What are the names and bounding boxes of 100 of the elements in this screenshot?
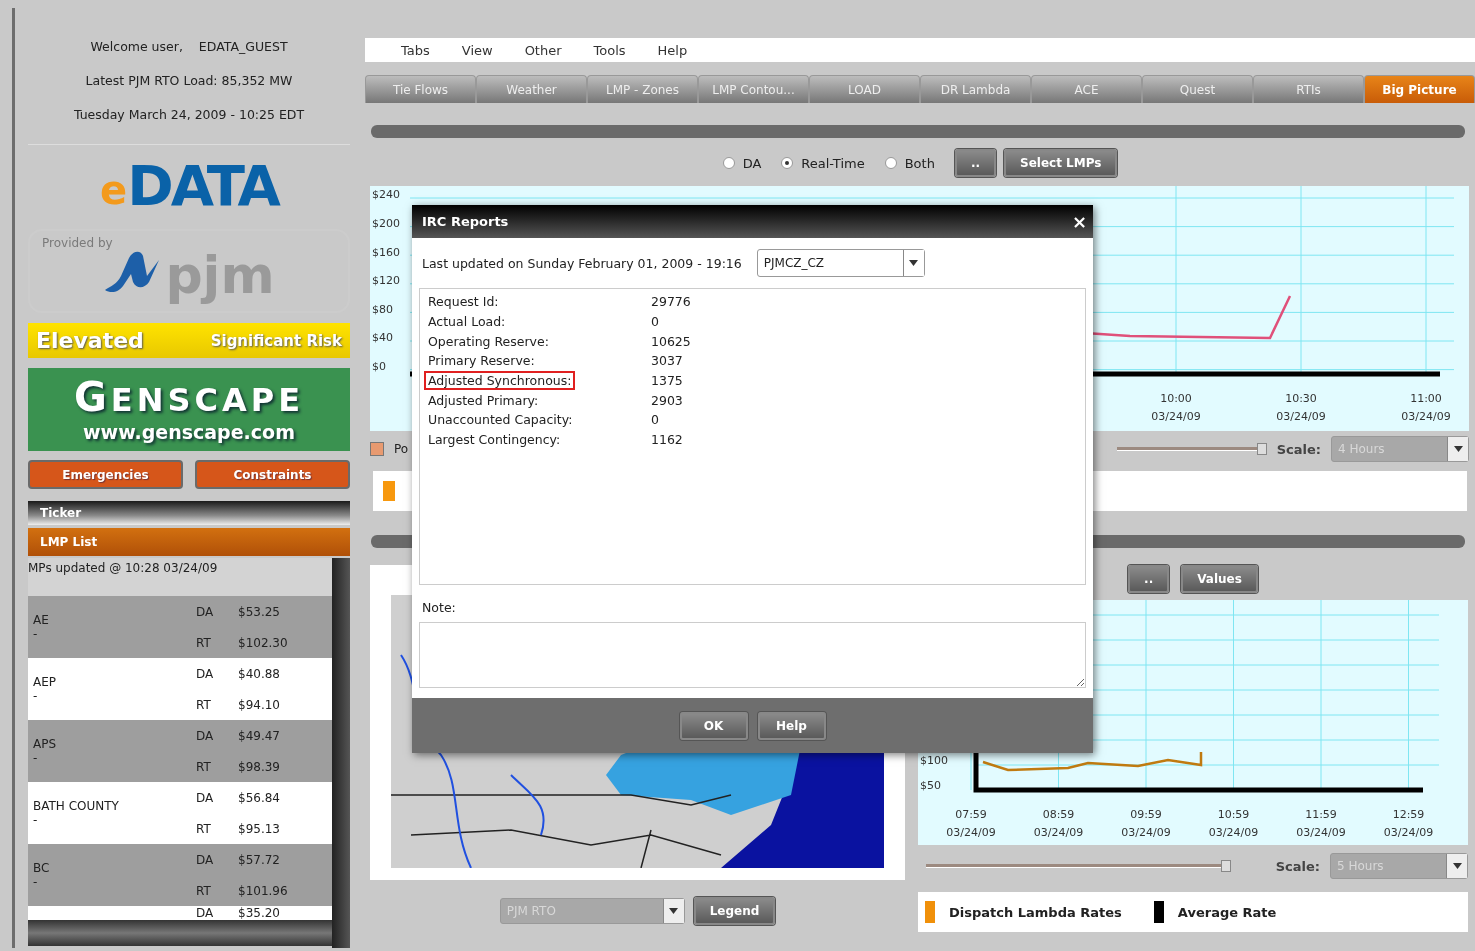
note-label: Note: xyxy=(422,600,457,614)
price-text: $98.39 xyxy=(238,759,281,774)
tab[interactable]: DR Lambda xyxy=(920,75,1031,103)
field-value: 3037 xyxy=(651,353,683,369)
note-field[interactable] xyxy=(419,622,1086,688)
ok-button[interactable]: OK xyxy=(679,711,748,740)
slider-handle[interactable] xyxy=(1221,860,1231,872)
radio-label[interactable]: DA xyxy=(742,155,762,171)
radio-label[interactable]: Real-Time xyxy=(801,155,865,171)
x-axis-label: 10:59 xyxy=(1217,808,1250,821)
menu-item[interactable]: Other xyxy=(508,42,578,58)
market-label: DA xyxy=(196,906,215,920)
y-axis-label: $160 xyxy=(372,245,400,259)
x-axis-label: 03/24/09 xyxy=(1276,410,1326,423)
price-text: $53.25 xyxy=(238,604,281,619)
more-button[interactable]: .. xyxy=(954,149,996,177)
horizontal-scrollbar[interactable] xyxy=(28,920,332,946)
zone-name: APS xyxy=(32,737,58,751)
x-axis-label: 09:59 xyxy=(1130,808,1162,821)
welcome-label: Welcome user, xyxy=(90,39,183,54)
tab[interactable]: Big Picture xyxy=(1364,75,1475,103)
x-axis-label: 03/24/09 xyxy=(946,826,996,839)
menu-item[interactable]: Tools xyxy=(577,42,642,58)
market-label: RT xyxy=(196,759,212,774)
x-axis-label: 03/24/09 xyxy=(1401,410,1451,423)
radio-button[interactable] xyxy=(722,157,735,169)
zone-dropdown[interactable]: PJMCZ_CZ xyxy=(756,249,925,277)
x-axis-label: 03/24/09 xyxy=(1208,826,1259,839)
zone-subtext: - xyxy=(32,875,39,889)
emergencies-button[interactable]: Emergencies xyxy=(28,460,183,489)
more-button[interactable]: .. xyxy=(1128,565,1170,593)
tab[interactable]: Tie Flows xyxy=(365,75,476,103)
radio-label[interactable]: Both xyxy=(904,155,935,171)
y-axis-label: $100 xyxy=(920,754,948,767)
tab[interactable]: LMP Contou... xyxy=(698,75,809,103)
slider-handle[interactable] xyxy=(1256,443,1267,455)
select-lmps-button[interactable]: Select LMPs xyxy=(1004,149,1118,177)
load-text: Latest PJM RTO Load: 85,352 MW xyxy=(84,72,294,90)
alert-level: Elevated xyxy=(36,328,144,353)
zone-name: AEP xyxy=(32,675,58,689)
tab[interactable]: LOAD xyxy=(809,75,920,103)
x-axis-label: 03/24/09 xyxy=(1121,826,1171,839)
genscape-url: www.genscape.com xyxy=(83,420,295,443)
price-text: $101.96 xyxy=(238,883,289,898)
scale-label: Scale: xyxy=(1275,858,1320,874)
caret-icon xyxy=(1452,863,1462,869)
close-button[interactable]: × xyxy=(1071,212,1087,231)
x-axis-label: 11:00 xyxy=(1410,392,1442,405)
market-label: RT xyxy=(196,635,212,650)
field-label: Adjusted Primary: xyxy=(427,391,540,410)
tab[interactable]: Weather xyxy=(476,75,587,103)
lmp-row[interactable]: AE DA $53.25 - RT $102.30 xyxy=(28,596,332,658)
tab[interactable]: LMP - Zones xyxy=(587,75,698,103)
x-axis-label: 03/24/09 xyxy=(1033,826,1084,839)
tab[interactable]: Quest xyxy=(1142,75,1253,103)
username: EDATA_GUEST xyxy=(198,39,288,54)
market-label: RT xyxy=(196,821,212,836)
legend-button[interactable]: Legend xyxy=(693,897,776,925)
values-button[interactable]: Values xyxy=(1181,565,1258,593)
lmp-row[interactable]: AEP DA $40.88 - RT $94.10 xyxy=(28,658,332,720)
lmp-row[interactable]: BATH COUNTY DA $56.84 - RT $95.13 xyxy=(28,782,332,844)
tab[interactable]: ACE xyxy=(1031,75,1142,103)
lmp-row[interactable]: BC DA $57.72 - RT $101.96 xyxy=(28,844,332,906)
zone-subtext: - xyxy=(32,627,39,641)
zone-name: AE xyxy=(32,613,50,627)
edata-logo: eDATA xyxy=(28,144,350,225)
zone-subtext: - xyxy=(32,813,39,827)
field-label: Unaccounted Capacity: xyxy=(427,411,574,430)
radio-button[interactable] xyxy=(781,157,794,169)
y-axis-label: $120 xyxy=(372,274,400,288)
legend-swatch-icon xyxy=(370,442,384,456)
market-label: DA xyxy=(196,790,215,805)
update-time: MPs updated @ 10:28 03/24/09 xyxy=(28,558,332,596)
ticker-header[interactable]: Ticker xyxy=(28,501,350,525)
field-label: Actual Load: xyxy=(427,313,507,332)
radio-button[interactable] xyxy=(884,157,897,169)
vertical-scrollbar[interactable] xyxy=(332,558,350,948)
field-value: 0 xyxy=(651,412,659,428)
lmp-row[interactable]: APS DA $49.47 - RT $98.39 xyxy=(28,720,332,782)
lmp-list-header[interactable]: LMP List xyxy=(28,528,350,556)
caret-icon xyxy=(669,908,679,914)
y-axis-label: $50 xyxy=(920,779,941,792)
menu-item[interactable]: View xyxy=(445,42,509,58)
constraints-button[interactable]: Constraints xyxy=(195,460,350,489)
market-label: DA xyxy=(196,604,215,619)
field-label: Primary Reserve: xyxy=(427,352,536,371)
field-label: Request Id: xyxy=(427,293,500,312)
menu-item[interactable]: Tabs xyxy=(385,42,446,58)
price-text: $102.30 xyxy=(238,635,289,650)
help-button[interactable]: Help xyxy=(757,711,826,740)
legend-label: Po xyxy=(394,442,409,456)
last-updated-text: Last updated on Sunday February 01, 2009 - 19:16 xyxy=(422,255,742,271)
menu-item[interactable]: Help xyxy=(641,42,704,58)
market-label: RT xyxy=(196,697,212,712)
lmp-row[interactable]: DA $35.20 xyxy=(28,906,332,920)
caret-icon xyxy=(1453,446,1463,452)
zone-name: BATH COUNTY xyxy=(32,799,120,813)
price-text: $57.72 xyxy=(238,852,281,867)
price-text: $49.47 xyxy=(238,728,281,743)
x-axis-label: 07:59 xyxy=(955,808,987,821)
